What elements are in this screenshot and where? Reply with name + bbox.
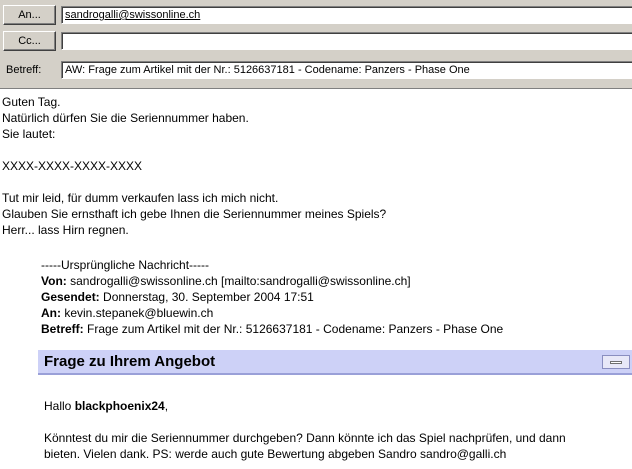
- original-message-header: -----Ursprüngliche Nachricht----- Von: s…: [41, 257, 631, 337]
- original-to: An: kevin.stepanek@bluewin.ch: [41, 305, 631, 321]
- original-subject: Betreff: Frage zum Artikel mit der Nr.: …: [41, 321, 631, 337]
- reply-line: Glauben Sie ernsthaft ich gebe Ihnen die…: [2, 207, 387, 221]
- original-to-label: An:: [41, 306, 61, 320]
- original-separator: -----Ursprüngliche Nachricht-----: [41, 258, 210, 272]
- original-sent-label: Gesendet:: [41, 290, 100, 304]
- reply-line: [2, 142, 627, 158]
- minimize-icon: [610, 361, 622, 364]
- reply-line: Natürlich dürfen Sie die Seriennummer ha…: [2, 111, 249, 125]
- collapse-button[interactable]: [602, 355, 630, 369]
- message-text-line: Könntest du mir die Seriennummer durchge…: [44, 431, 566, 445]
- reply-line: Sie lautet:: [2, 127, 56, 141]
- original-from: Von: sandrogalli@swissonline.ch [mailto:…: [41, 273, 631, 289]
- reply-body[interactable]: Guten Tag. Natürlich dürfen Sie die Seri…: [2, 94, 627, 238]
- to-recipient[interactable]: sandrogalli@swissonline.ch: [65, 9, 200, 21]
- reply-line: [2, 174, 627, 190]
- original-sent-value: Donnerstag, 30. September 2004 17:51: [103, 290, 314, 304]
- original-from-label: Von:: [41, 274, 67, 288]
- reply-line: Tut mir leid, für dumm verkaufen lass ic…: [2, 191, 279, 205]
- original-from-value: sandrogalli@swissonline.ch [mailto:sandr…: [70, 274, 411, 288]
- reply-line: Guten Tag.: [2, 95, 61, 109]
- to-button[interactable]: An...: [3, 5, 56, 25]
- reply-line: Herr... lass Hirn regnen.: [2, 223, 129, 237]
- to-field[interactable]: sandrogalli@swissonline.ch: [61, 6, 632, 24]
- original-to-value: kevin.stepanek@bluewin.ch: [64, 306, 214, 320]
- original-subject-label: Betreff:: [41, 322, 84, 336]
- original-sent: Gesendet: Donnerstag, 30. September 2004…: [41, 289, 631, 305]
- message-text-line: bieten. Vielen dank. PS: werde auch gute…: [44, 447, 507, 461]
- original-message-body: Hallo blackphoenix24, Könntest du mir di…: [44, 398, 624, 462]
- subject-label: Betreff:: [6, 64, 42, 76]
- reply-line: XXXX-XXXX-XXXX-XXXX: [2, 159, 143, 173]
- banner-title: Frage zu Ihrem Angebot: [44, 353, 216, 370]
- greeting-line: Hallo blackphoenix24,: [44, 398, 624, 414]
- offer-banner: Frage zu Ihrem Angebot: [38, 350, 632, 375]
- greeting-suffix: ,: [164, 399, 169, 413]
- greeting-prefix: Hallo: [44, 399, 75, 413]
- message-header: An... sandrogalli@swissonline.ch Cc... B…: [0, 0, 632, 89]
- subject-field[interactable]: AW: Frage zum Artikel mit der Nr.: 51266…: [61, 61, 632, 79]
- original-subject-value: Frage zum Artikel mit der Nr.: 512663718…: [87, 322, 504, 336]
- cc-field[interactable]: [61, 32, 632, 50]
- greeting-name: blackphoenix24: [74, 399, 165, 413]
- cc-button[interactable]: Cc...: [3, 31, 56, 51]
